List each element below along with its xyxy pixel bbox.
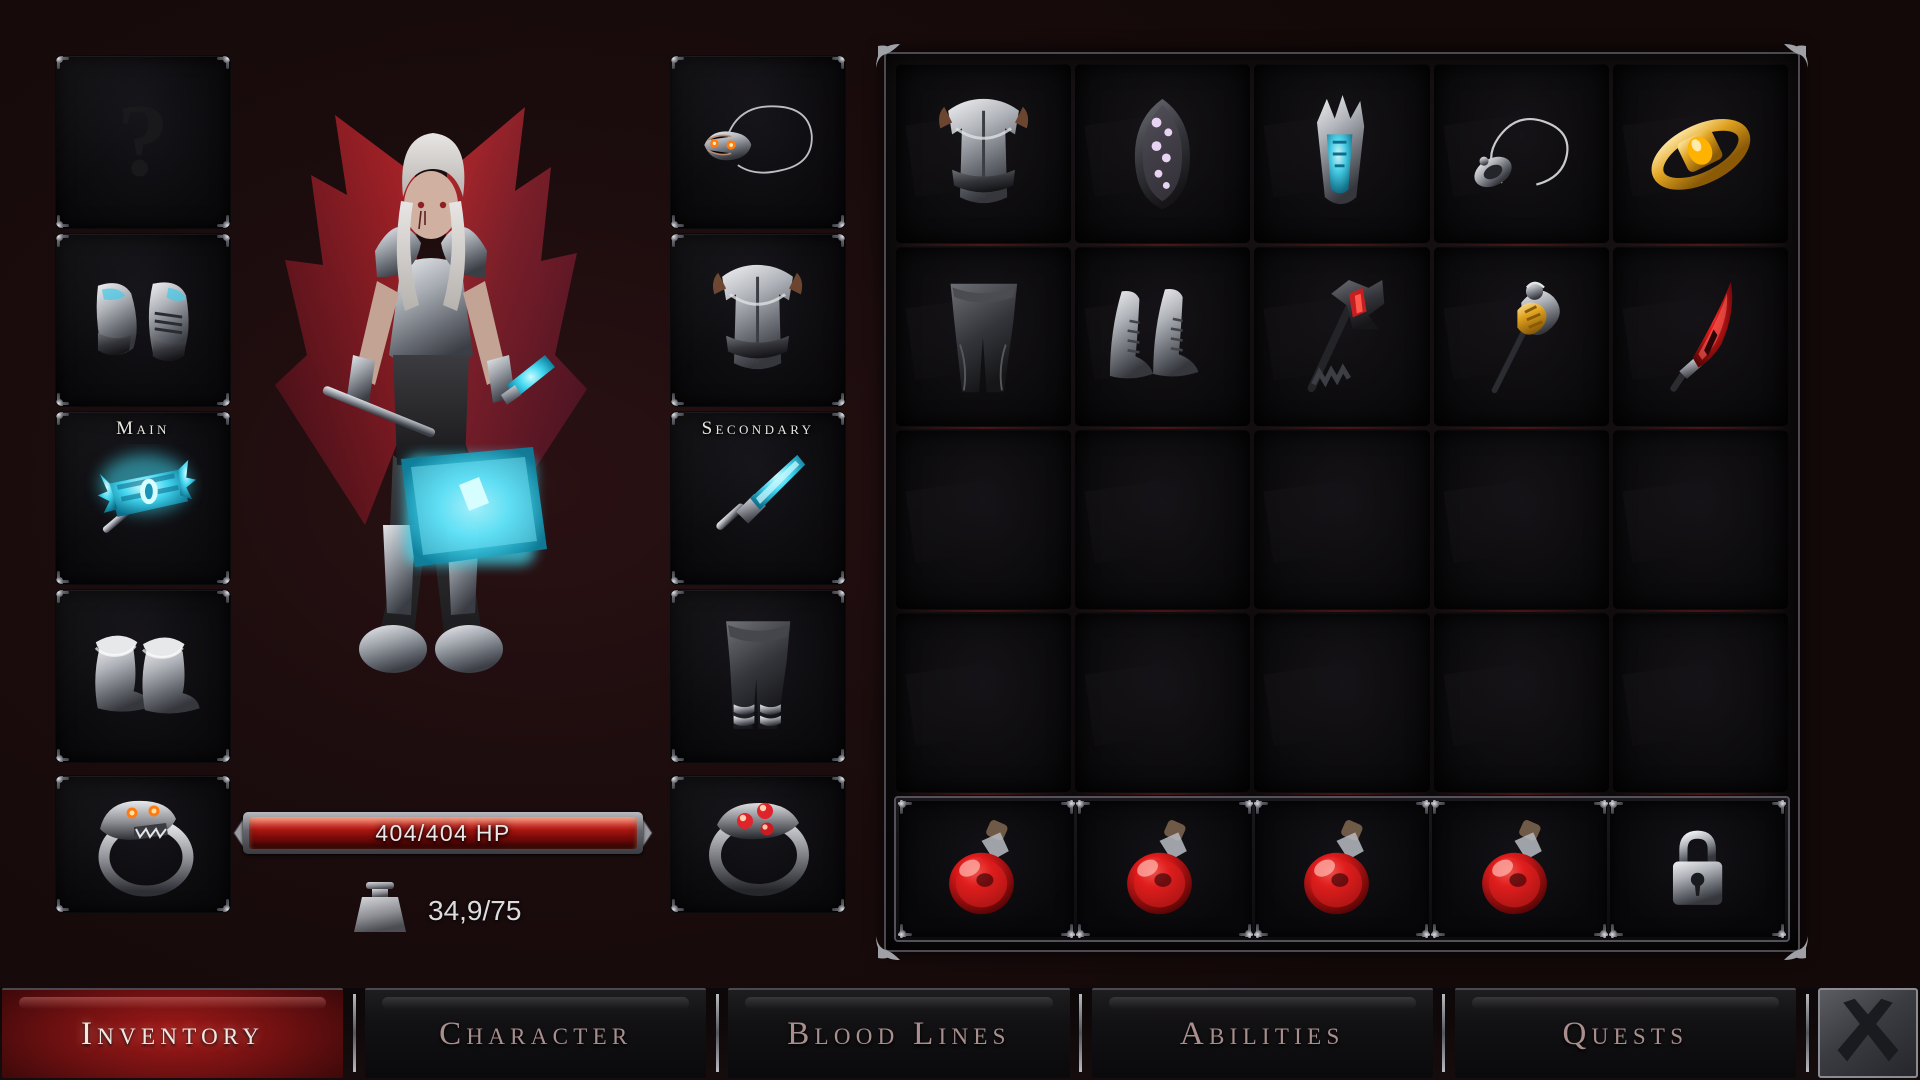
- inventory-slot-empty[interactable]: [1075, 430, 1251, 612]
- equipment-slot-amulet[interactable]: [670, 55, 846, 229]
- weight-anvil-icon: [350, 880, 410, 941]
- gauntlets-icon: [56, 234, 230, 406]
- gold-ring-icon: [1613, 64, 1788, 243]
- equipment-slot-boots[interactable]: [55, 589, 231, 763]
- chest-armor-icon: [896, 64, 1071, 243]
- close-x-icon: [1820, 990, 1916, 1076]
- hp-bar-label: 404/404 HP: [375, 819, 511, 846]
- bottom-tab-bar: Inventory Character Blood Lines Abilities Qu…: [0, 988, 1920, 1080]
- red-sword-icon: [1613, 247, 1788, 426]
- fur-boots-icon: [56, 590, 230, 762]
- inventory-slot[interactable]: [896, 247, 1072, 429]
- inventory-grid: [896, 64, 1789, 795]
- equipment-slot-main-hand[interactable]: Main: [55, 411, 231, 585]
- inventory-slot-empty[interactable]: [1254, 430, 1430, 612]
- close-button[interactable]: [1818, 988, 1919, 1078]
- tab-separator: [347, 988, 361, 1078]
- tab-label: Blood Lines: [787, 1015, 1011, 1052]
- amulet-icon: [1434, 64, 1609, 243]
- quickbar-slot-locked[interactable]: [1609, 800, 1786, 938]
- inventory-slot[interactable]: [1075, 64, 1251, 246]
- equipment-slot-chest[interactable]: [670, 233, 846, 407]
- tab-label: Character: [439, 1015, 633, 1052]
- inventory-slot[interactable]: [1254, 64, 1430, 246]
- question-mark-icon: ?: [56, 56, 230, 228]
- tab-label: Quests: [1562, 1015, 1689, 1052]
- inventory-slot-empty[interactable]: [1433, 430, 1610, 612]
- leather-pants-icon: [671, 590, 845, 762]
- inventory-slot-empty[interactable]: [1612, 430, 1789, 612]
- svg-text:?: ?: [117, 83, 169, 198]
- tab-label: Inventory: [80, 1015, 265, 1052]
- inventory-slot-empty[interactable]: [1075, 613, 1251, 795]
- inventory-slot[interactable]: [1612, 247, 1789, 429]
- equipment-slot-unknown[interactable]: ?: [55, 55, 231, 229]
- wolf-skull-amulet-icon: [671, 56, 845, 228]
- spiked-gauntlet-icon: [1254, 64, 1429, 243]
- inventory-slot[interactable]: [1433, 247, 1610, 429]
- chest-armor-icon: [671, 234, 845, 406]
- equipment-slot-legs[interactable]: [670, 589, 846, 763]
- health-potion-icon: [1432, 801, 1607, 937]
- gold-mace-icon: [1434, 247, 1609, 426]
- inventory-slot-empty[interactable]: [1254, 613, 1430, 795]
- equipment-slot-off-hand[interactable]: Secondary: [670, 411, 846, 585]
- health-potion-icon: [899, 801, 1074, 937]
- pants-icon: [896, 247, 1071, 426]
- gem-hood-icon: [1075, 64, 1250, 243]
- health-potion-icon: [1255, 801, 1430, 937]
- tab-abilities[interactable]: Abilities: [1091, 988, 1433, 1078]
- inventory-slot-empty[interactable]: [1433, 613, 1610, 795]
- battle-axe-icon: [1254, 247, 1429, 426]
- tab-separator: [1800, 988, 1814, 1078]
- inventory-slot[interactable]: [896, 64, 1072, 246]
- weight-value: 34,9/75: [428, 894, 522, 926]
- tab-inventory[interactable]: Inventory: [2, 988, 344, 1078]
- quickbar-slot[interactable]: [1431, 800, 1609, 938]
- equipment-column-left: ? Main: [55, 55, 231, 769]
- inventory-panel: [876, 44, 1808, 960]
- glowing-hammer-icon: [56, 412, 230, 584]
- equipment-slot-ring-1[interactable]: [55, 775, 231, 913]
- tab-separator: [1437, 988, 1451, 1078]
- wolf-head-ring-icon: [56, 776, 230, 912]
- inventory-slot-empty[interactable]: [1612, 613, 1789, 795]
- tab-label: Abilities: [1179, 1015, 1345, 1052]
- inventory-slot[interactable]: [1433, 64, 1610, 246]
- padlock-icon: [1610, 801, 1785, 937]
- inventory-slot[interactable]: [1075, 247, 1251, 429]
- health-bar: 404/404 HP: [233, 810, 653, 856]
- tab-separator: [710, 988, 724, 1078]
- health-potion-icon: [1077, 801, 1252, 937]
- blue-dagger-icon: [671, 412, 845, 584]
- equipment-slot-ring-2[interactable]: [670, 775, 846, 913]
- equipment-column-right: Secondary: [670, 55, 846, 769]
- quickbar-slot[interactable]: [1253, 800, 1431, 938]
- inventory-slot[interactable]: [1254, 247, 1430, 429]
- tab-quests[interactable]: Quests: [1454, 988, 1797, 1078]
- equipment-slot-gauntlets[interactable]: [55, 233, 231, 407]
- quickbar-slot[interactable]: [1075, 800, 1253, 938]
- boots-icon: [1075, 247, 1250, 426]
- character-preview: [215, 55, 645, 755]
- inventory-slot-empty[interactable]: [896, 430, 1072, 612]
- tab-blood-lines[interactable]: Blood Lines: [728, 988, 1070, 1078]
- triple-gem-ring-icon: [671, 776, 845, 912]
- quickbar: [894, 796, 1790, 942]
- encumbrance-indicator: 34,9/75: [350, 880, 521, 941]
- game-inventory-screen: ? Main Secondary 404/404 HP 34,9/75 Inve…: [0, 0, 1920, 1080]
- inventory-slot[interactable]: [1612, 64, 1789, 246]
- quickbar-slot[interactable]: [898, 800, 1075, 938]
- inventory-slot-empty[interactable]: [896, 613, 1072, 795]
- tab-separator: [1074, 988, 1088, 1078]
- tab-character[interactable]: Character: [365, 988, 707, 1078]
